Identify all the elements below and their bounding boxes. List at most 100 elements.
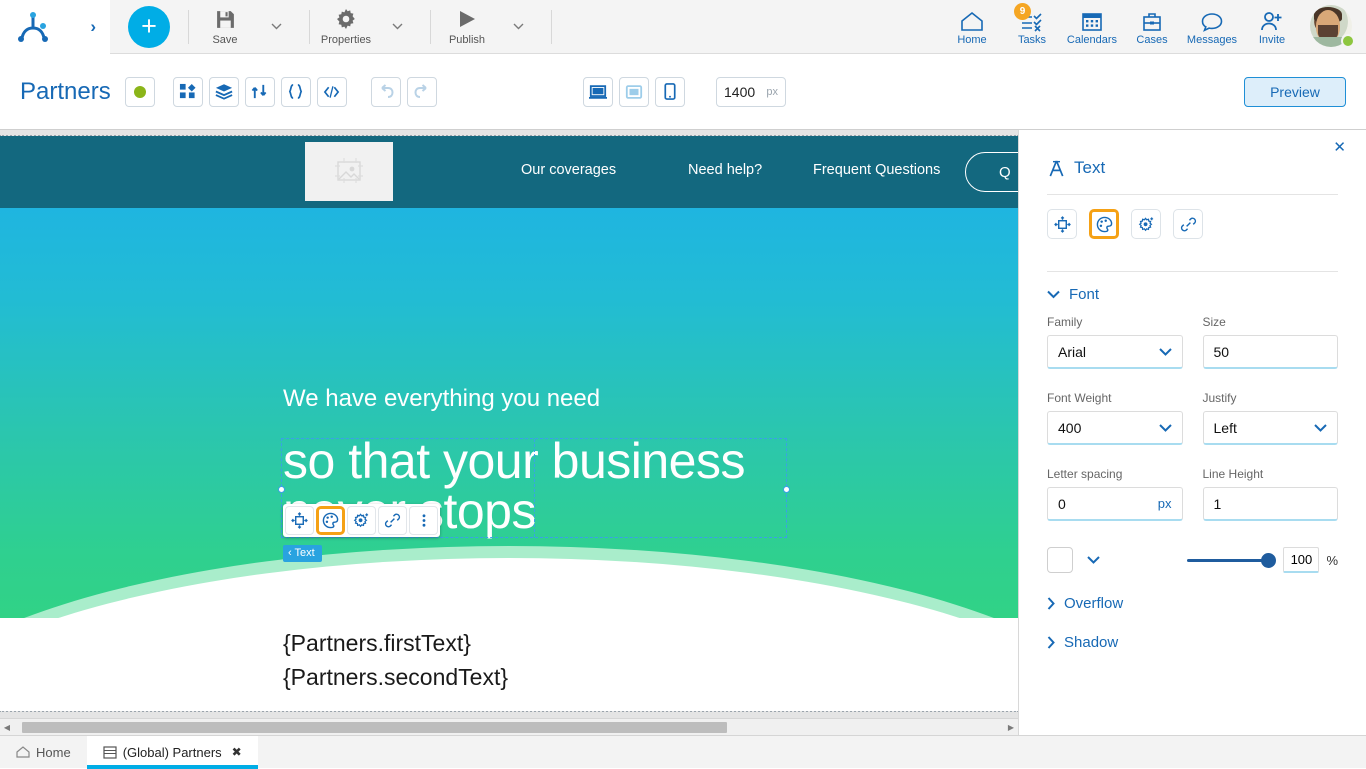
template-line-1[interactable]: {Partners.firstText}	[283, 630, 471, 657]
nav-messages-label: Messages	[1186, 34, 1238, 46]
tablet-icon	[625, 84, 643, 99]
publish-button[interactable]: Publish	[431, 0, 503, 54]
redo-button[interactable]	[406, 76, 437, 107]
font-weight-field: Font Weight 400	[1047, 391, 1183, 445]
components-button[interactable]	[172, 76, 203, 107]
braces-button[interactable]	[280, 76, 311, 107]
device-mobile[interactable]	[655, 76, 685, 107]
canvas-area[interactable]: Our coverages Need help? Frequent Questi…	[0, 130, 1018, 735]
website-preview[interactable]: Our coverages Need help? Frequent Questi…	[0, 135, 1018, 712]
scroll-right-arrow[interactable]: ▶	[1004, 723, 1018, 732]
hero-subtitle[interactable]: We have everything you need	[283, 385, 600, 413]
nav-cases[interactable]: Cases	[1122, 0, 1182, 54]
selection-tag[interactable]: ‹ Text	[283, 545, 322, 562]
font-section-toggle[interactable]: Font	[1047, 272, 1338, 309]
palette-button[interactable]	[316, 506, 345, 535]
site-nav-link-coverages[interactable]: Our coverages	[521, 162, 616, 178]
device-tablet[interactable]	[619, 76, 649, 107]
canvas-horizontal-scrollbar[interactable]: ◀ ▶	[0, 718, 1018, 735]
text-color-swatch[interactable]	[1047, 547, 1073, 573]
opacity-control: 100 %	[1187, 547, 1338, 573]
scroll-thumb[interactable]	[22, 721, 727, 733]
move-resize-icon	[291, 512, 308, 529]
scroll-track[interactable]	[14, 721, 1004, 734]
panel-tab-layout[interactable]	[1047, 209, 1077, 239]
letter-spacing-unit: px	[1157, 496, 1172, 511]
close-icon[interactable]: ✖	[232, 745, 242, 759]
hero-section[interactable]: We have everything you need so that your…	[0, 208, 1018, 618]
panel-tab-link[interactable]	[1173, 209, 1203, 239]
nav-tasks[interactable]: 9 Tasks	[1002, 0, 1062, 54]
chevron-down-icon[interactable]	[1087, 556, 1100, 564]
panel-tab-settings[interactable]	[1131, 209, 1161, 239]
nav-home[interactable]: Home	[942, 0, 1002, 54]
scroll-left-arrow[interactable]: ◀	[0, 723, 14, 732]
layers-button[interactable]	[208, 76, 239, 107]
opacity-slider-knob[interactable]	[1261, 552, 1277, 568]
line-height-field: Line Height 1	[1202, 467, 1338, 521]
properties-dropdown[interactable]	[382, 0, 412, 54]
nav-messages[interactable]: Messages	[1182, 0, 1242, 54]
site-nav-link-faq[interactable]: Frequent Questions	[813, 162, 940, 178]
user-avatar[interactable]	[1310, 4, 1355, 49]
site-logo-placeholder[interactable]	[305, 142, 393, 201]
nav-invite[interactable]: Invite	[1242, 0, 1302, 54]
nav-home-label: Home	[957, 34, 987, 46]
settings-sparkle-button[interactable]	[347, 506, 376, 535]
site-navbar[interactable]: Our coverages Need help? Frequent Questi…	[0, 136, 1018, 208]
publish-group: Publish	[431, 0, 533, 54]
palette-icon	[1096, 216, 1112, 232]
move-resize-button[interactable]	[285, 506, 314, 535]
template-line-2[interactable]: {Partners.secondText}	[283, 664, 508, 691]
letter-spacing-input[interactable]: 0 px	[1047, 487, 1183, 521]
properties-button[interactable]: Properties	[310, 0, 382, 54]
image-placeholder-icon	[335, 157, 363, 183]
nav-invite-label: Invite	[1258, 34, 1286, 46]
resize-handle-right[interactable]	[783, 486, 790, 493]
shadow-section-toggle[interactable]: Shadow	[1047, 634, 1338, 651]
font-family-select[interactable]: Arial	[1047, 335, 1183, 369]
nav-calendars[interactable]: Calendars	[1062, 0, 1122, 54]
text-a-icon	[1049, 160, 1064, 176]
publish-dropdown[interactable]	[503, 0, 533, 54]
add-button[interactable]: +	[128, 5, 170, 48]
bottom-tab-home-label: Home	[36, 744, 71, 760]
canvas-width-value: 1400	[724, 83, 756, 100]
chevron-right-icon[interactable]: ›	[90, 18, 96, 35]
line-height-input[interactable]: 1	[1202, 487, 1338, 521]
site-nav-link-help[interactable]: Need help?	[688, 162, 762, 178]
font-size-input[interactable]: 50	[1202, 335, 1338, 369]
link-button[interactable]	[378, 506, 407, 535]
site-nav-cta[interactable]: Q	[965, 152, 1018, 192]
font-weight-select[interactable]: 400	[1047, 411, 1183, 445]
data-flow-button[interactable]	[244, 76, 275, 107]
letter-spacing-label: Letter spacing	[1047, 467, 1123, 481]
drooms-logo-icon[interactable]	[16, 11, 50, 42]
canvas-width-input[interactable]: 1400 px	[716, 76, 786, 107]
chevron-down-icon	[1158, 423, 1172, 432]
resize-handle-left[interactable]	[278, 486, 285, 493]
opacity-slider[interactable]	[1187, 552, 1277, 568]
layout-icon	[1053, 215, 1071, 233]
save-button[interactable]: Save	[189, 0, 261, 54]
panel-tab-style[interactable]	[1089, 209, 1119, 239]
close-icon[interactable]: ✕	[1333, 138, 1346, 156]
overflow-section-toggle[interactable]: Overflow	[1047, 595, 1338, 612]
justify-select[interactable]: Left	[1202, 411, 1338, 445]
line-height-label: Line Height	[1202, 467, 1264, 481]
save-dropdown[interactable]	[261, 0, 291, 54]
code-button[interactable]	[316, 76, 347, 107]
opacity-input[interactable]: 100	[1283, 547, 1320, 573]
undo-button[interactable]	[370, 76, 401, 107]
components-icon	[180, 83, 196, 99]
template-text-section[interactable]: {Partners.firstText} {Partners.secondTex…	[0, 618, 1018, 711]
chevron-down-icon	[1047, 290, 1060, 299]
device-desktop[interactable]	[583, 76, 613, 107]
more-options-button[interactable]	[409, 506, 438, 535]
bottom-tab-home[interactable]: Home	[0, 736, 87, 768]
page-status-indicator[interactable]	[124, 76, 155, 107]
bottom-tab-partners[interactable]: (Global) Partners ✖	[86, 736, 258, 769]
preview-button[interactable]: Preview	[1244, 76, 1346, 107]
desktop-icon	[589, 84, 607, 99]
calendar-icon	[1081, 7, 1103, 32]
